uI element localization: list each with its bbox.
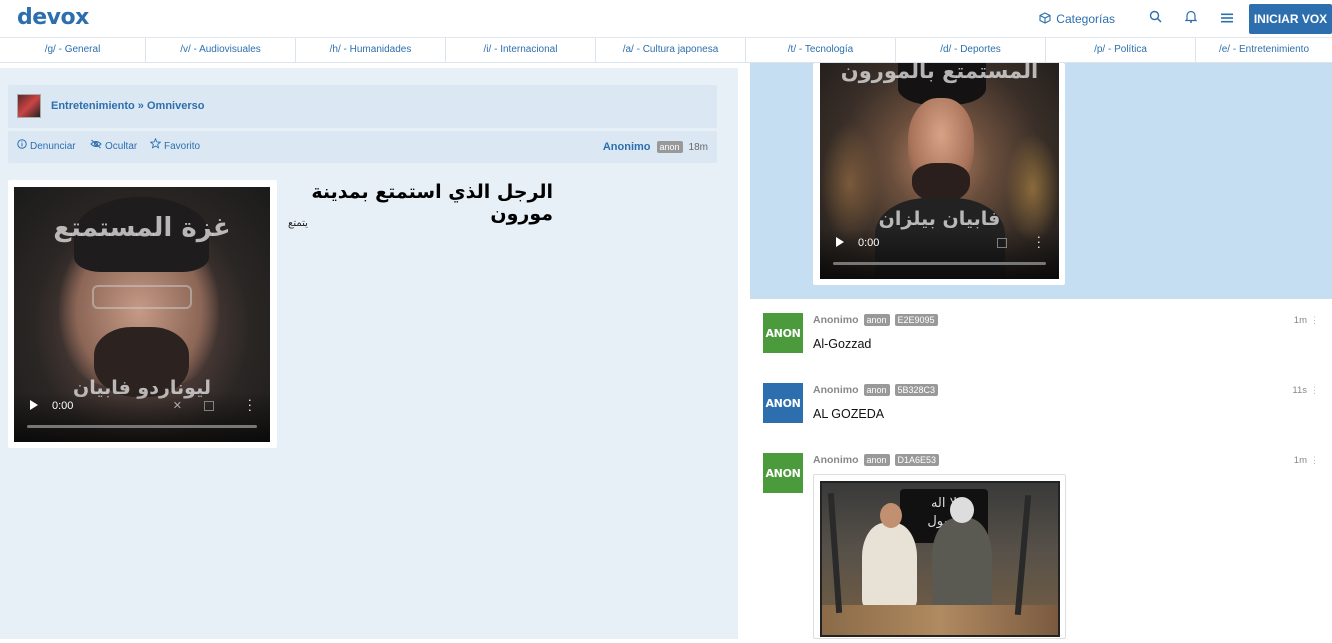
video-overlay-top: غزة المستمتع: [53, 213, 231, 243]
highlight-video-controls: 0:00 · · ·: [820, 229, 1059, 279]
reply-header: Anonimo anon E2E9095: [813, 313, 938, 327]
breadcrumb-board[interactable]: Omniverso: [147, 85, 204, 128]
top-bar: devox Categorías INICIAR VOX: [0, 0, 1332, 38]
fullscreen-icon[interactable]: [997, 238, 1007, 248]
menu-button[interactable]: [1209, 0, 1245, 38]
board-thumbnail[interactable]: [17, 94, 41, 118]
site-logo[interactable]: devox: [17, 5, 89, 30]
thread-media-card: غزة المستمتع ليوناردو فابيان 0:00 ✕ · · ·: [8, 180, 277, 448]
reply-text: Al-Gozzad: [813, 337, 872, 351]
search-icon: [1149, 10, 1162, 28]
reply-id[interactable]: E2E9095: [894, 314, 938, 326]
highlighted-reply: المستمتع بالمورون فابيان بيلزان 0:00 · · ·: [750, 63, 1332, 299]
highlight-video[interactable]: المستمتع بالمورون فابيان بيلزان 0:00 · · ·: [820, 63, 1059, 279]
search-button[interactable]: [1137, 0, 1173, 38]
breadcrumb-separator: »: [137, 100, 144, 112]
avatar[interactable]: ANON: [763, 453, 803, 493]
notifications-button[interactable]: [1173, 0, 1209, 38]
report-label: Denunciar: [30, 141, 76, 152]
reply-time: 1m: [1293, 455, 1307, 466]
reply-badge: anon: [863, 314, 890, 326]
reply-id[interactable]: 5B328C3: [894, 384, 939, 396]
breadcrumb-category[interactable]: Entretenimiento: [51, 85, 135, 128]
bell-icon: [1184, 10, 1198, 28]
board-link-internacional[interactable]: /i/ - Internacional: [446, 38, 596, 62]
categories-label: Categorías: [1056, 12, 1115, 26]
play-icon[interactable]: [30, 400, 38, 410]
thread-video[interactable]: غزة المستمتع ليوناردو فابيان 0:00 ✕ · · ·: [14, 187, 270, 442]
mute-icon[interactable]: ✕: [173, 399, 182, 412]
thread-pane: Entretenimiento » Omniverso Denunciar Oc…: [0, 68, 738, 639]
top-nav: Categorías INICIAR VOX: [1039, 0, 1332, 38]
cube-icon: [1039, 11, 1051, 27]
board-link-deportes[interactable]: /d/ - Deportes: [896, 38, 1046, 62]
reply-item: ANON Anonimo anon E2E9095 1m ⋮ Al-Gozzad: [750, 313, 1332, 383]
reply-options-icon[interactable]: ⋮: [1310, 315, 1319, 326]
reply-badge: anon: [863, 454, 890, 466]
author-name[interactable]: Anonimo: [603, 141, 651, 153]
thread-meta: Anonimo anon 18m: [603, 131, 708, 163]
reply-options-icon[interactable]: ⋮: [1310, 455, 1319, 466]
board-link-audiovisuales[interactable]: /v/ - Audiovisuales: [146, 38, 296, 62]
info-icon: [17, 131, 27, 163]
board-link-entretenimiento[interactable]: /e/ - Entretenimiento: [1196, 38, 1332, 62]
video-progress-bar[interactable]: [27, 425, 257, 428]
reply-time: 1m: [1293, 315, 1307, 326]
board-link-humanidades[interactable]: /h/ - Humanidades: [296, 38, 446, 62]
reply-image-card: لا اله رسول: [813, 474, 1066, 639]
reply-author[interactable]: Anonimo: [813, 454, 859, 466]
favorite-button[interactable]: Favorito: [149, 131, 201, 163]
highlight-overlay-top: المستمتع بالمورون: [840, 63, 1039, 83]
reply-badge: anon: [863, 384, 890, 396]
thread-body: يتمتع: [288, 218, 308, 229]
more-options-icon[interactable]: · · ·: [1037, 230, 1041, 253]
board-link-cultura-japonesa[interactable]: /a/ - Cultura japonesa: [596, 38, 746, 62]
favorite-label: Favorito: [164, 141, 201, 152]
video-controls: 0:00 ✕ · · ·: [14, 392, 270, 442]
thread-actions: Denunciar Ocultar Favorito Anonimo anon …: [8, 131, 717, 163]
reply-author[interactable]: Anonimo: [813, 314, 859, 326]
categories-button[interactable]: Categorías: [1039, 11, 1115, 27]
thread-time: 18m: [688, 141, 708, 153]
login-button[interactable]: INICIAR VOX: [1249, 4, 1332, 34]
thread-title: الرجل الذي استمتع بمدينة مورون: [311, 181, 553, 225]
breadcrumb: Entretenimiento » Omniverso: [8, 85, 717, 128]
video-time: 0:00: [52, 400, 74, 412]
reply-header: Anonimo anon 5B328C3: [813, 383, 939, 397]
board-link-politica[interactable]: /p/ - Política: [1046, 38, 1196, 62]
hide-label: Ocultar: [105, 141, 138, 152]
report-button[interactable]: Denunciar: [17, 131, 76, 163]
reply-author[interactable]: Anonimo: [813, 384, 859, 396]
replies-pane: المستمتع بالمورون فابيان بيلزان 0:00 · · ·…: [750, 63, 1332, 639]
menu-icon: [1221, 10, 1233, 28]
reply-text: AL GOZEDA: [813, 407, 885, 421]
author-badge: anon: [656, 141, 683, 153]
reply-time: 11s: [1292, 385, 1307, 396]
avatar[interactable]: ANON: [763, 313, 803, 353]
star-icon: [149, 131, 162, 163]
reply-item: ANON Anonimo anon 5B328C3 11s ⋮ AL GOZED…: [750, 383, 1332, 453]
highlight-overlay-bottom: فابيان بيلزان: [878, 208, 1001, 230]
reply-image[interactable]: لا اله رسول: [820, 481, 1060, 637]
board-link-general[interactable]: /g/ - General: [0, 38, 146, 62]
reply-id[interactable]: D1A6E53: [894, 454, 940, 466]
highlight-media-card: المستمتع بالمورون فابيان بيلزان 0:00 · · ·: [813, 63, 1065, 285]
eye-slash-icon: [90, 131, 102, 163]
avatar[interactable]: ANON: [763, 383, 803, 423]
reply-header: Anonimo anon D1A6E53: [813, 453, 940, 467]
boards-nav: /g/ - General /v/ - Audiovisuales /h/ - …: [0, 38, 1332, 63]
play-icon[interactable]: [836, 237, 844, 247]
video-progress-bar[interactable]: [833, 262, 1046, 265]
breadcrumb-text: Entretenimiento » Omniverso: [51, 85, 204, 128]
board-link-tecnologia[interactable]: /t/ - Tecnología: [746, 38, 896, 62]
more-options-icon[interactable]: · · ·: [248, 393, 252, 416]
reply-options-icon[interactable]: ⋮: [1310, 385, 1319, 396]
fullscreen-icon[interactable]: [204, 401, 214, 411]
hide-button[interactable]: Ocultar: [90, 131, 137, 163]
reply-item: ANON Anonimo anon D1A6E53 1m ⋮ لا اله رس…: [750, 453, 1332, 643]
highlight-video-time: 0:00: [858, 237, 880, 249]
